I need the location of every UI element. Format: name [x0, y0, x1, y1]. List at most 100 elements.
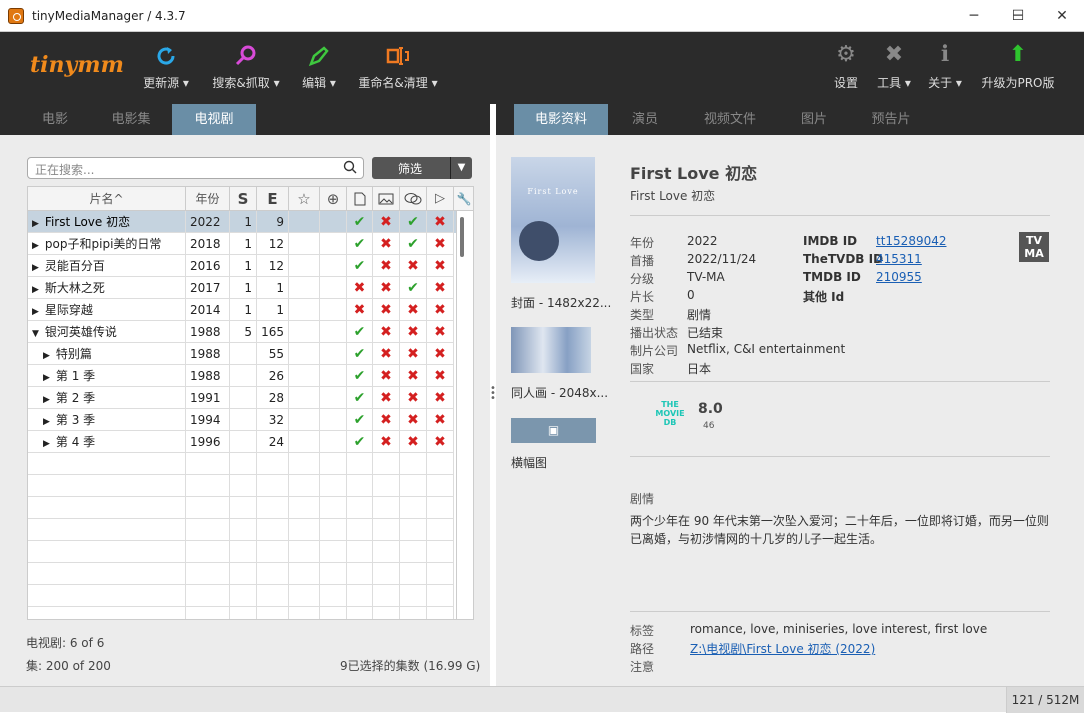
cell-episodes	[257, 475, 289, 497]
field-value: Netflix, C&I entertainment	[687, 342, 846, 356]
expand-toggle-icon[interactable]: ▶	[43, 439, 50, 449]
table-row[interactable]: ▶ 星际穿越 2014 1 1 ✖ ✖ ✖ ✖	[28, 299, 456, 321]
tab-tvshows[interactable]: 电视剧	[172, 104, 256, 143]
row-title: 灵能百分百	[44, 259, 105, 273]
cell-new	[320, 277, 347, 299]
expand-toggle-icon[interactable]: ▶	[43, 351, 50, 361]
tab-trailers[interactable]: 预告片	[860, 104, 922, 135]
expand-toggle-icon[interactable]: ▶	[32, 219, 39, 229]
maximize-window-button[interactable]: ☐	[996, 0, 1040, 32]
cell-title: ▶ First Love 初恋	[28, 211, 186, 233]
wrench-column-icon[interactable]: 🔧	[454, 187, 473, 211]
search-icon[interactable]	[343, 160, 357, 174]
poster-image[interactable]: First Love	[511, 157, 595, 283]
close-window-button[interactable]: ✕	[1040, 0, 1084, 32]
expand-toggle-icon[interactable]: ▶	[32, 263, 39, 273]
tools-button[interactable]: ✖ 工具 ▾	[872, 40, 916, 102]
table-row	[28, 453, 456, 475]
selected-episodes: 9已选择的集数 (16.99 G)	[340, 659, 481, 673]
cross-icon: ✖	[373, 299, 400, 321]
edit-button[interactable]: 编辑 ▾	[298, 40, 340, 102]
add-circle-icon[interactable]: ⊕	[320, 187, 347, 211]
filter-button[interactable]: 筛选 ▼	[372, 157, 472, 179]
table-row[interactable]: ▶ 第 1 季 1988 26 ✔ ✖ ✖ ✖	[28, 365, 456, 387]
tab-cast[interactable]: 演员	[620, 104, 670, 135]
cell-year: 1994	[186, 409, 230, 431]
tab-details[interactable]: 电影资料	[514, 104, 608, 143]
settings-button[interactable]: ⚙ 设置	[830, 40, 862, 102]
table-row[interactable]: ▼ 银河英雄传说 1988 5 165 ✔ ✖ ✖ ✖	[28, 321, 456, 343]
expand-toggle-icon[interactable]: ▶	[32, 241, 39, 251]
upgrade-pro-button[interactable]: ⬆ 升级为PRO版	[978, 40, 1058, 102]
update-sources-button[interactable]: 更新源 ▾	[140, 40, 192, 102]
nfo-icon[interactable]	[347, 187, 373, 211]
column-header-title[interactable]: 片名^	[28, 187, 186, 211]
field-label: 国家	[630, 362, 655, 376]
about-button[interactable]: ℹ 关于 ▾	[924, 40, 966, 102]
field-label: 分级	[630, 272, 655, 286]
subtitle-icon[interactable]	[400, 187, 427, 211]
cell-year	[186, 585, 230, 607]
expand-toggle-icon[interactable]: ▶	[43, 395, 50, 405]
cell-year: 2014	[186, 299, 230, 321]
fanart-image[interactable]	[511, 327, 591, 373]
cell-flag	[347, 475, 373, 497]
column-header-seasons[interactable]: S	[230, 187, 257, 211]
splitter-handle[interactable]: • • •	[490, 384, 496, 404]
expand-toggle-icon[interactable]: ▶	[43, 373, 50, 383]
cell-flag	[373, 607, 400, 619]
cell-new	[320, 453, 347, 475]
expand-toggle-icon[interactable]: ▶	[32, 307, 39, 317]
search-scrape-button[interactable]: 搜索&抓取 ▾	[210, 40, 282, 102]
note-label: 注意	[630, 660, 655, 674]
cross-icon: ✖	[427, 233, 454, 255]
cell-new	[320, 255, 347, 277]
field-label: 播出状态	[630, 326, 679, 340]
cell-seasons	[230, 387, 257, 409]
table-row	[28, 563, 456, 585]
column-header-episodes[interactable]: E	[257, 187, 289, 211]
path-link[interactable]: Z:\电视剧\First Love 初恋 (2022)	[690, 640, 875, 657]
chevron-down-icon[interactable]: ▼	[450, 157, 472, 179]
memory-usage[interactable]: 121 / 512M	[1006, 687, 1084, 713]
minimize-window-button[interactable]: ─	[952, 0, 996, 32]
table-row[interactable]: ▶ 第 4 季 1996 24 ✔ ✖ ✖ ✖	[28, 431, 456, 453]
tab-artwork[interactable]: 图片	[790, 104, 838, 135]
tags-value: romance, love, miniseries, love interest…	[690, 622, 988, 636]
banner-placeholder[interactable]: ▣	[511, 418, 596, 443]
cross-icon: ✖	[373, 409, 400, 431]
star-icon[interactable]: ☆	[289, 187, 320, 211]
rename-clean-button[interactable]: 重命名&清理 ▾	[356, 40, 440, 102]
search-input[interactable]: 正在搜索...	[27, 157, 364, 179]
table-row[interactable]: ▶ 斯大林之死 2017 1 1 ✖ ✖ ✔ ✖	[28, 277, 456, 299]
row-title: 特别篇	[55, 347, 92, 361]
table-row[interactable]: ▶ 第 2 季 1991 28 ✔ ✖ ✖ ✖	[28, 387, 456, 409]
table-row[interactable]: ▶ 特别篇 1988 55 ✔ ✖ ✖ ✖	[28, 343, 456, 365]
cross-icon: ✖	[373, 233, 400, 255]
cell-new	[320, 343, 347, 365]
id-link[interactable]: tt15289042	[876, 234, 947, 248]
expand-toggle-icon[interactable]: ▼	[32, 329, 39, 339]
arrow-up-icon: ⬆	[1008, 42, 1028, 67]
table-row[interactable]: ▶ 第 3 季 1994 32 ✔ ✖ ✖ ✖	[28, 409, 456, 431]
table-row[interactable]: ▶ First Love 初恋 2022 1 9 ✔ ✖ ✔ ✖	[28, 211, 456, 233]
cell-episodes: 12	[257, 233, 289, 255]
cell-watched	[289, 387, 320, 409]
column-header-year[interactable]: 年份	[186, 187, 230, 211]
cell-year: 2018	[186, 233, 230, 255]
image-icon[interactable]	[373, 187, 400, 211]
id-link[interactable]: 415311	[876, 252, 922, 266]
scrollbar-thumb[interactable]	[460, 217, 464, 257]
table-row[interactable]: ▶ 灵能百分百 2016 1 12 ✔ ✖ ✖ ✖	[28, 255, 456, 277]
cross-icon: ✖	[373, 277, 400, 299]
row-title: 第 1 季	[55, 369, 96, 383]
tab-movies[interactable]: 电影	[30, 104, 80, 135]
table-row[interactable]: ▶ pop子和pipi美的日常 2018 1 12 ✔ ✖ ✔ ✖	[28, 233, 456, 255]
id-link[interactable]: 210955	[876, 270, 922, 284]
tab-media-files[interactable]: 视频文件	[692, 104, 768, 135]
scrollbar-track[interactable]	[456, 211, 473, 619]
play-icon[interactable]: ▷	[427, 187, 454, 211]
expand-toggle-icon[interactable]: ▶	[43, 417, 50, 427]
expand-toggle-icon[interactable]: ▶	[32, 285, 39, 295]
tab-movie-sets[interactable]: 电影集	[100, 104, 162, 135]
